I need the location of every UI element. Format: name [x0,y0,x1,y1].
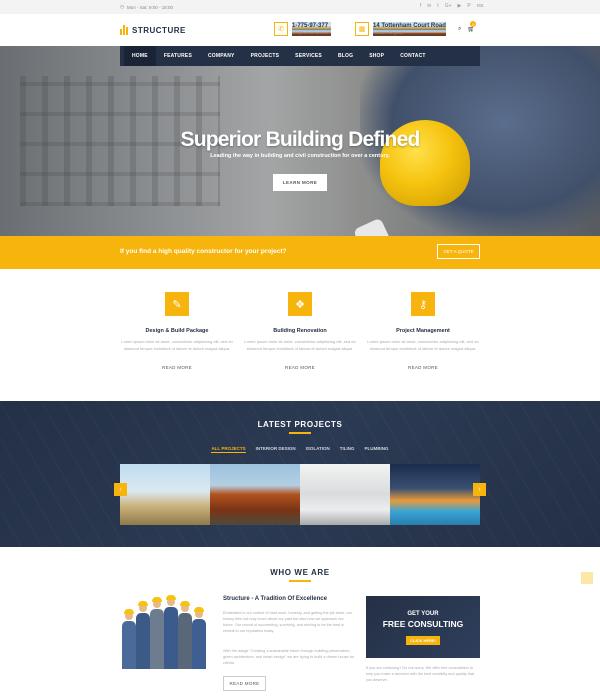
cart-icon[interactable]: 🛒︎ 0 [467,21,477,33]
projects-heading: LATEST PROJECTS [257,420,343,429]
logo-icon [120,25,129,35]
pinterest-icon[interactable]: P [467,3,470,9]
hero-title: Superior Building Defined [180,128,420,151]
nav-services[interactable]: SERVICES [287,46,330,66]
project-filters: ALL PROJECTS INTERIOR DESIGN ISOLATION T… [0,446,600,453]
service-title: Building Renovation [273,328,327,334]
service-card: ⚷ Project Management Lorem ipsum dolor s… [358,292,488,370]
heading-underline [289,580,311,582]
clock-icon: ◷ [120,4,124,9]
logo-text: STRUCTURE [132,25,186,35]
project-carousel [120,464,480,525]
filter-plumbing[interactable]: PLUMBING [365,446,389,453]
nav-home[interactable]: HOME [124,46,156,66]
service-card: ❖ Building Renovation Lorem ipsum dolor … [235,292,365,370]
nav-features[interactable]: FEATURES [156,46,200,66]
learn-more-button[interactable]: LEARN MORE [273,174,327,191]
social-links: f in t G+ ▶ P rss [420,3,483,9]
email-address[interactable]: info@hemeinsce.com [292,30,331,36]
about-paragraph: Embedded in our culture of hard work, ho… [223,611,352,633]
scroll-to-top-button[interactable] [581,572,593,584]
service-read-more-link[interactable]: READ MORE [358,365,488,370]
quote-strip: If you find a high quality constructor f… [0,236,600,269]
chevron-right-icon[interactable]: › [473,483,486,496]
address-contact: ▦ 14 Tottenham Court Road London, Englan… [355,22,446,36]
nav-company[interactable]: COMPANY [200,46,243,66]
promo-line-1: GET YOUR [407,611,439,617]
service-text: Lorem ipsum dolor sit amet, consectetur … [367,339,479,351]
service-read-more-link[interactable]: READ MORE [112,365,242,370]
logo[interactable]: STRUCTURE [120,25,186,35]
nav-contact[interactable]: CONTACT [392,46,433,66]
google-plus-icon[interactable]: G+ [445,3,452,9]
youtube-icon[interactable]: ▶ [458,3,462,9]
service-title: Design & Build Package [145,328,209,334]
free-consulting-banner[interactable]: GET YOUR FREE CONSULTING CLICK HERE! [366,596,480,658]
blocks-icon: ❖ [288,292,312,316]
project-thumbnail[interactable] [210,464,300,525]
team-photo [120,595,210,669]
address-city: London, England [373,30,446,36]
filter-tiling[interactable]: TILING [340,446,355,453]
key-icon: ⚷ [411,292,435,316]
top-bar: ◷ Mon - Sat: 9:00 - 18:00 f in t G+ ▶ P … [0,0,600,14]
opening-hours: ◷ Mon - Sat: 9:00 - 18:00 [120,4,173,10]
search-icon[interactable]: ⌕ [458,26,461,33]
hero-banner: Superior Building Defined Leading the wa… [0,46,600,236]
service-card: ✎ Design & Build Package Lorem ipsum dol… [112,292,242,370]
service-read-more-link[interactable]: READ MORE [235,365,365,370]
phone-number[interactable]: 1-775-97-377 [292,22,331,30]
phone-icon: ✆ [274,22,288,36]
about-title: Structure - A Tradition Of Excellence [223,596,327,602]
quote-text: If you find a high quality constructor f… [120,248,287,255]
facebook-icon[interactable]: f [420,3,421,9]
nav-projects[interactable]: PROJECTS [243,46,288,66]
click-here-button[interactable]: CLICK HERE! [406,636,440,645]
phone-contact: ✆ 1-775-97-377 info@hemeinsce.com [274,22,331,36]
filter-all-projects[interactable]: ALL PROJECTS [211,446,246,453]
service-title: Project Management [396,328,450,334]
cart-count-badge: 0 [470,21,477,27]
service-text: Lorem ipsum dolor sit amet, consectetur … [244,339,356,351]
about-read-more-button[interactable]: READ MORE [223,676,266,691]
who-heading: WHO WE ARE [270,568,330,577]
opening-hours-text: Mon - Sat: 9:00 - 18:00 [126,4,173,10]
service-text: Lorem ipsum dolor sit amet, consectetur … [121,339,233,351]
rss-icon[interactable]: rss [477,3,484,9]
project-thumbnail[interactable] [120,464,210,525]
get-a-quote-button[interactable]: GET A QUOTE [437,244,480,259]
hero-subtitle: Leading the way in building and civil co… [210,153,390,159]
filter-interior-design[interactable]: INTERIOR DESIGN [256,446,296,453]
main-nav: HOME FEATURES COMPANY PROJECTS SERVICES … [120,46,480,66]
about-paragraph: With the adage "Creating a sustainable f… [223,649,355,665]
nav-shop[interactable]: SHOP [361,46,392,66]
address-line: 14 Tottenham Court Road [373,22,446,30]
project-thumbnail[interactable] [390,464,480,525]
twitter-icon[interactable]: t [437,3,438,9]
chevron-left-icon[interactable]: ‹ [114,483,127,496]
consulting-text: If you are confusing? Do not worry. We o… [366,666,475,682]
filter-isolation[interactable]: ISOLATION [306,446,330,453]
site-header: STRUCTURE ✆ 1-775-97-377 info@hemeinsce.… [0,14,600,46]
brush-icon: ✎ [165,292,189,316]
building-icon: ▦ [355,22,369,36]
header-icons: ⌕ 🛒︎ 0 [458,21,477,33]
promo-line-2: FREE CONSULTING [382,619,464,629]
project-thumbnail[interactable] [300,464,390,525]
heading-underline [289,432,311,434]
linkedin-icon[interactable]: in [427,3,431,9]
nav-blog[interactable]: BLOG [330,46,361,66]
